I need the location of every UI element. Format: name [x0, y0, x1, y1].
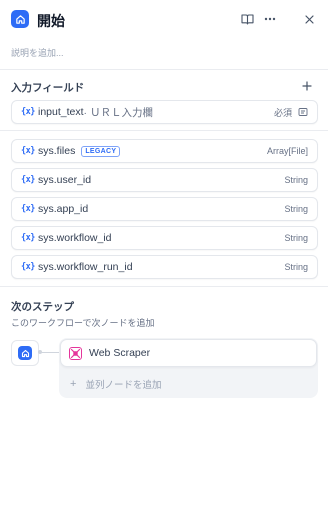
book-open-icon[interactable] — [238, 10, 256, 28]
system-variable-row[interactable]: {x} sys.files LEGACY Array[File] — [11, 139, 318, 163]
close-icon[interactable] — [300, 10, 318, 28]
connector-line — [39, 352, 60, 353]
variable-type: Array[File] — [266, 146, 308, 156]
variable-name: sys.user_id — [38, 174, 92, 186]
variable-type: String — [284, 233, 308, 243]
variable-icon: {x} — [21, 262, 35, 272]
edit-icon[interactable] — [298, 107, 308, 117]
system-variable-row[interactable]: {x} sys.app_id String — [11, 197, 318, 221]
variable-name: sys.workflow_id — [38, 232, 112, 244]
variable-name: sys.app_id — [38, 203, 89, 215]
add-parallel-label: 並列ノードを追加 — [85, 380, 162, 391]
variable-name: input_text — [38, 106, 84, 118]
divider — [0, 286, 328, 287]
system-variable-row[interactable]: {x} sys.user_id String — [11, 168, 318, 192]
variable-type: String — [284, 175, 308, 185]
required-badge: 必須 — [273, 107, 292, 118]
system-variable-row[interactable]: {x} sys.workflow_id String — [11, 226, 318, 250]
variable-icon: {x} — [21, 146, 35, 156]
variable-type: String — [284, 262, 308, 272]
web-scraper-icon — [69, 346, 82, 360]
variable-icon: {x} — [21, 204, 35, 214]
divider — [0, 69, 328, 70]
variable-name: sys.workflow_run_id — [38, 261, 133, 273]
variable-type: String — [284, 204, 308, 214]
plus-icon[interactable] — [300, 79, 314, 93]
variable-name: sys.files — [38, 145, 76, 157]
plus-icon: + — [70, 378, 77, 390]
next-node-label: Web Scraper — [89, 347, 151, 359]
variable-icon: {x} — [21, 107, 35, 117]
legacy-badge: LEGACY — [81, 145, 121, 157]
variable-label: · ＵＲＬ入力欄 — [83, 106, 153, 119]
connector-dot — [38, 350, 42, 354]
panel-title: 開始 — [37, 13, 65, 29]
system-variable-row[interactable]: {x} sys.workflow_run_id String — [11, 255, 318, 279]
next-step-title: 次のステップ — [11, 301, 74, 313]
variable-icon: {x} — [21, 175, 35, 185]
start-node — [11, 340, 39, 366]
next-node-web-scraper[interactable]: Web Scraper — [60, 339, 317, 367]
input-fields-title: 入力フィールド — [11, 82, 85, 94]
next-step-subtitle: このワークフローで次ノードを追加 — [11, 318, 155, 328]
home-icon — [11, 10, 29, 28]
input-field-row[interactable]: {x} input_text · ＵＲＬ入力欄 必須 — [11, 100, 318, 124]
more-icon[interactable] — [261, 10, 279, 28]
panel-header: 開始 — [0, 0, 328, 40]
home-icon — [18, 346, 32, 360]
variable-icon: {x} — [21, 233, 35, 243]
divider — [0, 130, 328, 131]
description-input[interactable]: 説明を追加... — [11, 46, 64, 59]
add-parallel-node-button[interactable]: + 並列ノードを追加 — [60, 372, 317, 396]
